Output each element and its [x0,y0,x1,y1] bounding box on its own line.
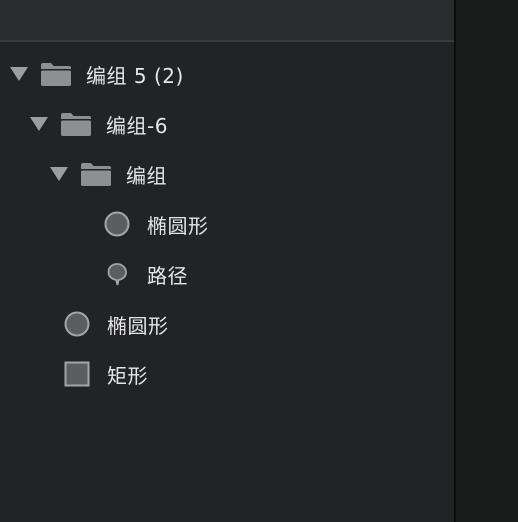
disclosure-triangle-icon[interactable] [50,166,68,182]
layer-label: 矩形 [107,363,148,388]
layers-panel-header [0,0,454,42]
disclosure-triangle-icon[interactable] [10,66,28,82]
layer-label: 编组 [126,163,167,188]
canvas-area[interactable] [456,0,518,522]
layer-row-group-6[interactable]: 编组-6 [0,99,454,149]
layer-row-rectangle[interactable]: 矩形 [0,349,454,399]
ellipse-icon [103,210,131,238]
layer-label: 编组 5 (2) [86,63,184,88]
layer-row-ellipse[interactable]: 椭圆形 [0,299,454,349]
ellipse-icon [63,310,91,338]
layer-row-group[interactable]: 编组 [0,149,454,199]
disclosure-triangle-icon[interactable] [30,116,48,132]
folder-icon [58,109,94,139]
layer-row-path[interactable]: 路径 [0,249,454,299]
layer-tree: 编组 5 (2) 编组-6 编组 椭圆形 路径 椭圆形 矩形 [0,49,454,399]
path-icon [103,260,131,288]
layer-row-group-5[interactable]: 编组 5 (2) [0,49,454,99]
layer-row-ellipse[interactable]: 椭圆形 [0,199,454,249]
folder-icon [38,59,74,89]
layer-label: 椭圆形 [107,313,169,338]
layer-label: 椭圆形 [147,213,209,238]
folder-icon [78,159,114,189]
app-window: 编组 5 (2) 编组-6 编组 椭圆形 路径 椭圆形 矩形 [0,0,518,522]
layer-label: 路径 [147,263,188,288]
rectangle-icon [63,360,91,388]
layers-panel: 编组 5 (2) 编组-6 编组 椭圆形 路径 椭圆形 矩形 [0,0,454,522]
layer-label: 编组-6 [106,113,168,138]
